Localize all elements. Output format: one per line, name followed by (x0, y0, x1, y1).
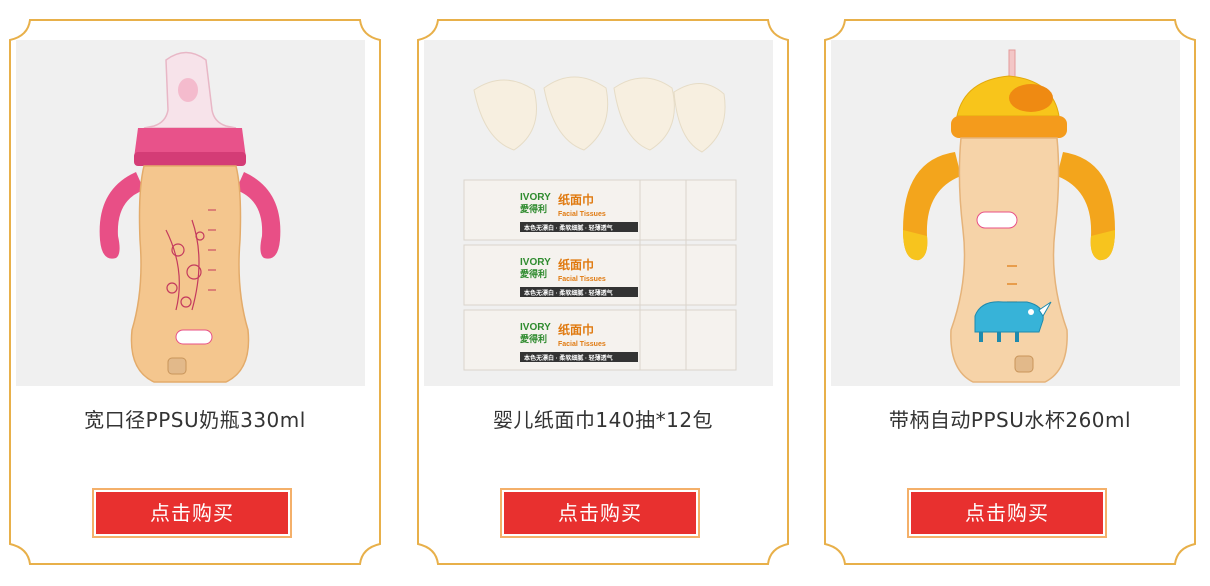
svg-text:本色无漂白 · 柔软细腻 · 轻薄透气: 本色无漂白 · 柔软细腻 · 轻薄透气 (524, 354, 613, 362)
svg-text:Facial Tissues: Facial Tissues (558, 276, 606, 283)
product-image-sippy-cup[interactable] (831, 40, 1180, 386)
svg-text:本色无漂白 · 柔软细腻 · 轻薄透气: 本色无漂白 · 柔软细腻 · 轻薄透气 (524, 224, 613, 232)
product-title[interactable]: 带柄自动PPSU水杯260ml (823, 404, 1197, 433)
svg-text:Facial Tissues: Facial Tissues (558, 211, 606, 218)
svg-text:纸面巾: 纸面巾 (558, 322, 594, 337)
product-image-tissue-packs[interactable]: IVORY 愛得利 纸面巾 Facial Tissues 本色无漂白 · 柔软细… (424, 40, 773, 386)
product-title[interactable]: 宽口径PPSU奶瓶330ml (8, 404, 382, 433)
svg-text:IVORY: IVORY (520, 257, 551, 268)
svg-text:愛得利: 愛得利 (520, 333, 547, 344)
product-card-2: IVORY 愛得利 纸面巾 Facial Tissues 本色无漂白 · 柔软细… (416, 18, 790, 566)
product-image-baby-bottle[interactable] (16, 40, 365, 386)
svg-text:IVORY: IVORY (520, 192, 551, 203)
product-card-3: 带柄自动PPSU水杯260ml 点击购买 (823, 18, 1197, 566)
svg-text:愛得利: 愛得利 (520, 268, 547, 279)
svg-text:IVORY: IVORY (520, 322, 551, 333)
svg-text:Facial Tissues: Facial Tissues (558, 341, 606, 348)
buy-button[interactable]: 点击购买 (500, 488, 700, 538)
buy-button[interactable]: 点击购买 (907, 488, 1107, 538)
svg-text:纸面巾: 纸面巾 (558, 192, 594, 207)
svg-text:纸面巾: 纸面巾 (558, 257, 594, 272)
buy-button[interactable]: 点击购买 (92, 488, 292, 538)
product-title[interactable]: 婴儿纸面巾140抽*12包 (416, 404, 790, 433)
svg-text:愛得利: 愛得利 (520, 203, 547, 214)
svg-text:本色无漂白 · 柔软细腻 · 轻薄透气: 本色无漂白 · 柔软细腻 · 轻薄透气 (524, 289, 613, 297)
product-card-1: 宽口径PPSU奶瓶330ml 点击购买 (8, 18, 382, 566)
